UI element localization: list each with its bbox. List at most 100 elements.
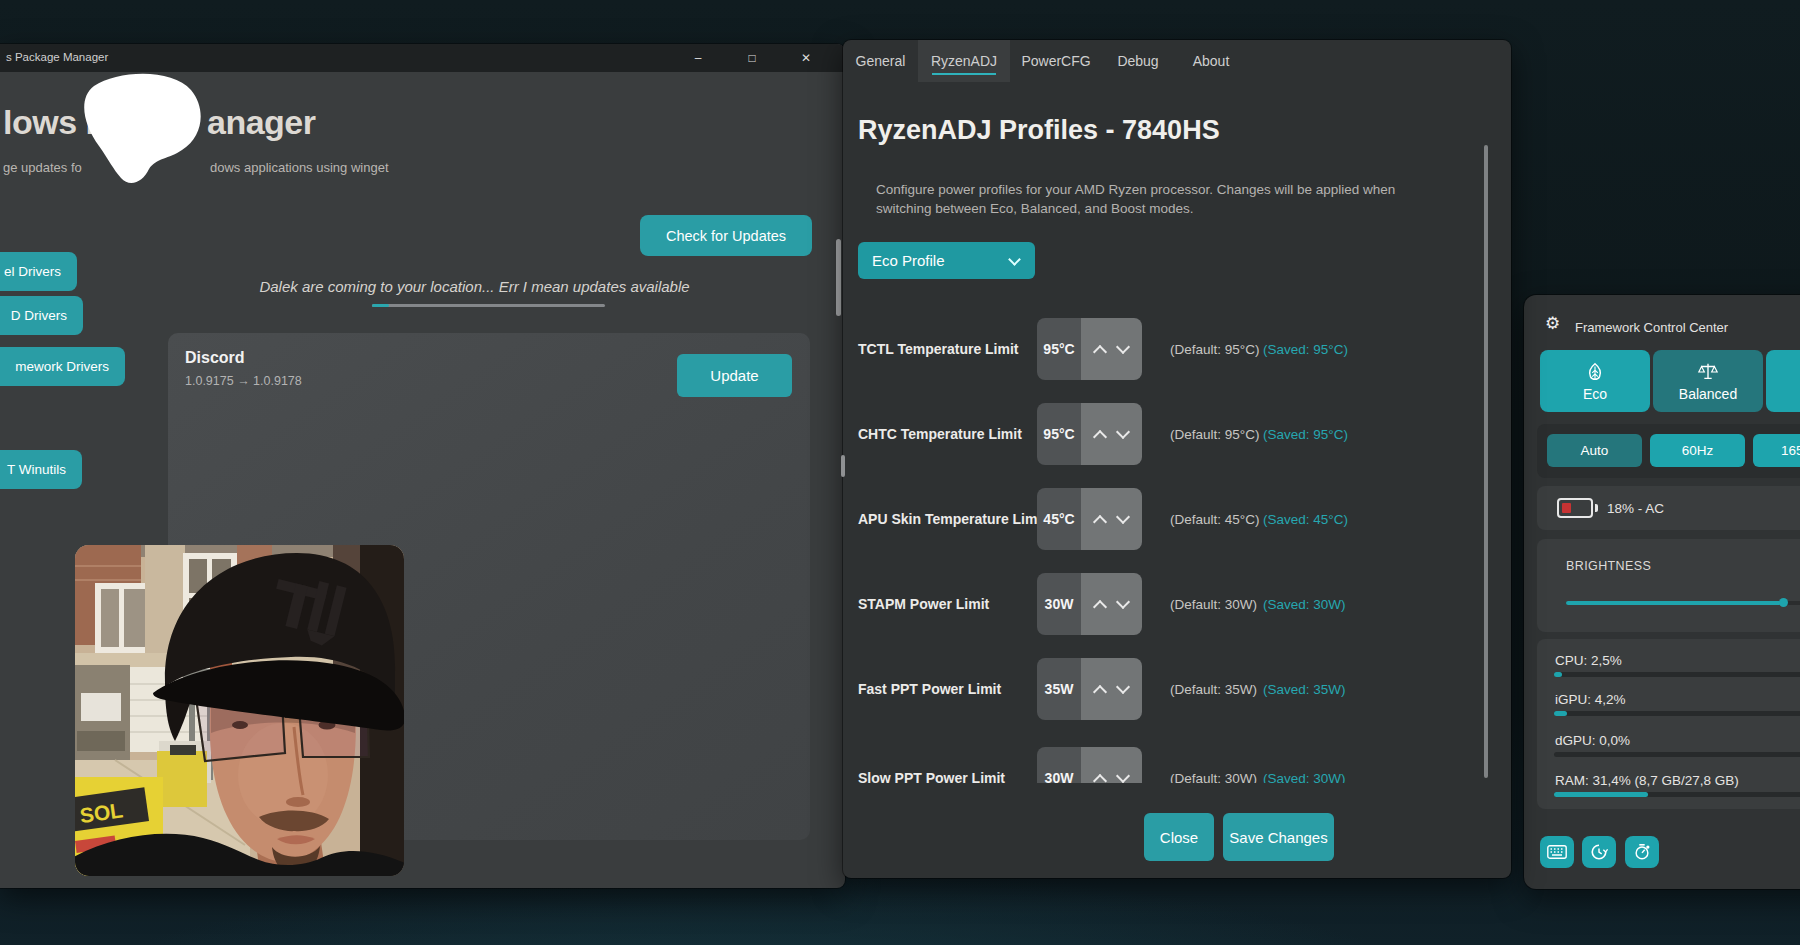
titlebar[interactable]: s Package Manager – □ ✕	[0, 44, 845, 72]
sidebar-button-intel-drivers[interactable]: el Drivers	[0, 252, 77, 291]
default-value: (Default: 35W)	[1170, 682, 1257, 697]
saved-value: (Saved: 45°C)	[1263, 512, 1348, 527]
mode-button-boost[interactable]: Boost	[1766, 350, 1800, 412]
panel-title: Framework Control Center	[1575, 320, 1728, 335]
increment-icon[interactable]	[1093, 684, 1107, 698]
increment-icon[interactable]	[1093, 599, 1107, 613]
battery-icon	[1557, 498, 1593, 518]
sidebar-button-winutils[interactable]: T Winutils	[0, 450, 82, 489]
setting-label: TCTL Temperature Limit	[858, 341, 1019, 357]
battery-fill	[1562, 503, 1571, 513]
default-value: (Default: 95°C)	[1170, 342, 1259, 357]
close-button[interactable]: ✕	[798, 51, 814, 65]
setting-label: Fast PPT Power Limit	[858, 681, 1001, 697]
keyboard-button[interactable]	[1540, 836, 1574, 868]
maximize-button[interactable]: □	[744, 51, 760, 65]
default-value: (Default: 95°C)	[1170, 427, 1259, 442]
fan-button[interactable]	[1625, 836, 1659, 868]
spinner-arrows	[1081, 573, 1142, 635]
censor-blob	[72, 72, 207, 197]
refresh-165hz-button[interactable]: 165Hz	[1753, 434, 1800, 467]
increment-icon[interactable]	[1093, 773, 1107, 783]
setting-row-stapm: STAPM Power Limit 30W (Default: 30W) (Sa…	[843, 573, 1511, 635]
tab-debug[interactable]: Debug	[1118, 40, 1158, 82]
slider-knob[interactable]	[1779, 598, 1788, 607]
save-changes-button[interactable]: Save Changes	[1223, 813, 1334, 861]
tab-ryzenadj[interactable]: RyzenADJ	[918, 40, 1010, 82]
saved-value: (Saved: 30W)	[1263, 597, 1346, 612]
increment-icon[interactable]	[1093, 514, 1107, 528]
close-button[interactable]: Close	[1144, 813, 1214, 861]
battery-text: 18% - AC	[1607, 501, 1664, 516]
sidebar-button-amd-drivers[interactable]: D Drivers	[0, 296, 83, 335]
sidebar-button-framework-drivers[interactable]: mework Drivers	[0, 347, 125, 386]
increment-icon[interactable]	[1093, 344, 1107, 358]
scrollbar-thumb[interactable]	[836, 239, 841, 316]
update-status-text: Dalek are coming to your location... Err…	[52, 278, 897, 295]
update-progress-bar	[372, 304, 605, 307]
mode-button-eco[interactable]: Eco	[1540, 350, 1650, 412]
app-version-change: 1.0.9175 → 1.0.9178	[185, 374, 302, 388]
ram-bar	[1554, 792, 1800, 797]
leaf-icon	[1584, 361, 1606, 383]
decrement-icon[interactable]	[1116, 509, 1130, 523]
framework-control-center: ⚙ Framework Control Center Eco Balanced …	[1524, 295, 1800, 889]
mode-button-balanced[interactable]: Balanced	[1653, 350, 1763, 412]
decrement-icon[interactable]	[1116, 679, 1130, 693]
spinner-arrows	[1081, 658, 1142, 720]
igpu-bar	[1554, 711, 1800, 716]
decrement-icon[interactable]	[1116, 768, 1130, 782]
brightness-label: BRIGHTNESS	[1566, 559, 1651, 573]
decrement-icon[interactable]	[1116, 594, 1130, 608]
tab-powercfg[interactable]: PowerCFG	[1026, 40, 1086, 82]
minimize-button[interactable]: –	[690, 51, 706, 65]
spinner-slow-ppt: 30W	[1037, 747, 1142, 783]
spinner-value[interactable]: 35W	[1037, 658, 1081, 720]
mode-label: Eco	[1583, 386, 1607, 402]
tab-label: PowerCFG	[1021, 53, 1090, 69]
battery-nub	[1595, 504, 1598, 512]
default-value: (Default: 30W)	[1170, 771, 1257, 784]
increment-icon[interactable]	[1093, 429, 1107, 443]
refresh-clock-button[interactable]	[1582, 836, 1616, 868]
setting-label: CHTC Temperature Limit	[858, 426, 1022, 442]
framework-logo-icon: ⚙	[1545, 315, 1563, 333]
check-for-updates-button[interactable]: Check for Updates	[640, 215, 812, 256]
spinner-value[interactable]: 95°C	[1037, 318, 1081, 380]
decrement-icon[interactable]	[1116, 339, 1130, 353]
scrollbar-thumb[interactable]	[1484, 145, 1488, 778]
saved-value: (Saved: 30W)	[1263, 771, 1346, 784]
scrollbar-notch	[841, 455, 845, 477]
system-stats: CPU: 2,5% iGPU: 4,2% dGPU: 0,0% RAM: 31,…	[1537, 639, 1800, 809]
setting-row-apu-skin: APU Skin Temperature Limit 45°C (Default…	[843, 488, 1511, 550]
window-title: s Package Manager	[6, 51, 108, 63]
fan-icon	[1633, 843, 1651, 861]
tab-about[interactable]: About	[1191, 40, 1231, 82]
refresh-auto-button[interactable]: Auto	[1547, 434, 1642, 467]
spinner-stapm: 30W	[1037, 573, 1142, 635]
spinner-value[interactable]: 30W	[1037, 747, 1081, 783]
tab-label: General	[856, 53, 906, 69]
tab-label: Debug	[1117, 53, 1158, 69]
spinner-value[interactable]: 30W	[1037, 573, 1081, 635]
tab-label: About	[1193, 53, 1230, 69]
spinner-value[interactable]: 45°C	[1037, 488, 1081, 550]
refresh-label: 165Hz	[1781, 443, 1800, 458]
setting-label: STAPM Power Limit	[858, 596, 989, 612]
mode-label: Balanced	[1679, 386, 1737, 402]
brightness-slider[interactable]	[1566, 601, 1800, 605]
update-button[interactable]: Update	[677, 354, 792, 397]
refresh-label: 60Hz	[1682, 443, 1714, 458]
battery-status: 18% - AC	[1537, 486, 1800, 530]
desktop: s Package Manager – □ ✕ lows P anager ge…	[0, 0, 1800, 945]
page-subtitle: ge updates fo	[3, 160, 82, 175]
refresh-60hz-button[interactable]: 60Hz	[1650, 434, 1745, 467]
spinner-value[interactable]: 95°C	[1037, 403, 1081, 465]
profile-dropdown[interactable]: Eco Profile	[858, 242, 1035, 279]
tab-general[interactable]: General	[858, 40, 903, 82]
scales-icon	[1696, 361, 1720, 383]
spinner-apu: 45°C	[1037, 488, 1142, 550]
ram-stat: RAM: 31,4% (8,7 GB/27,8 GB)	[1555, 773, 1739, 788]
decrement-icon[interactable]	[1116, 424, 1130, 438]
ryzenadj-window: General RyzenADJ PowerCFG Debug About Ry…	[843, 40, 1511, 878]
